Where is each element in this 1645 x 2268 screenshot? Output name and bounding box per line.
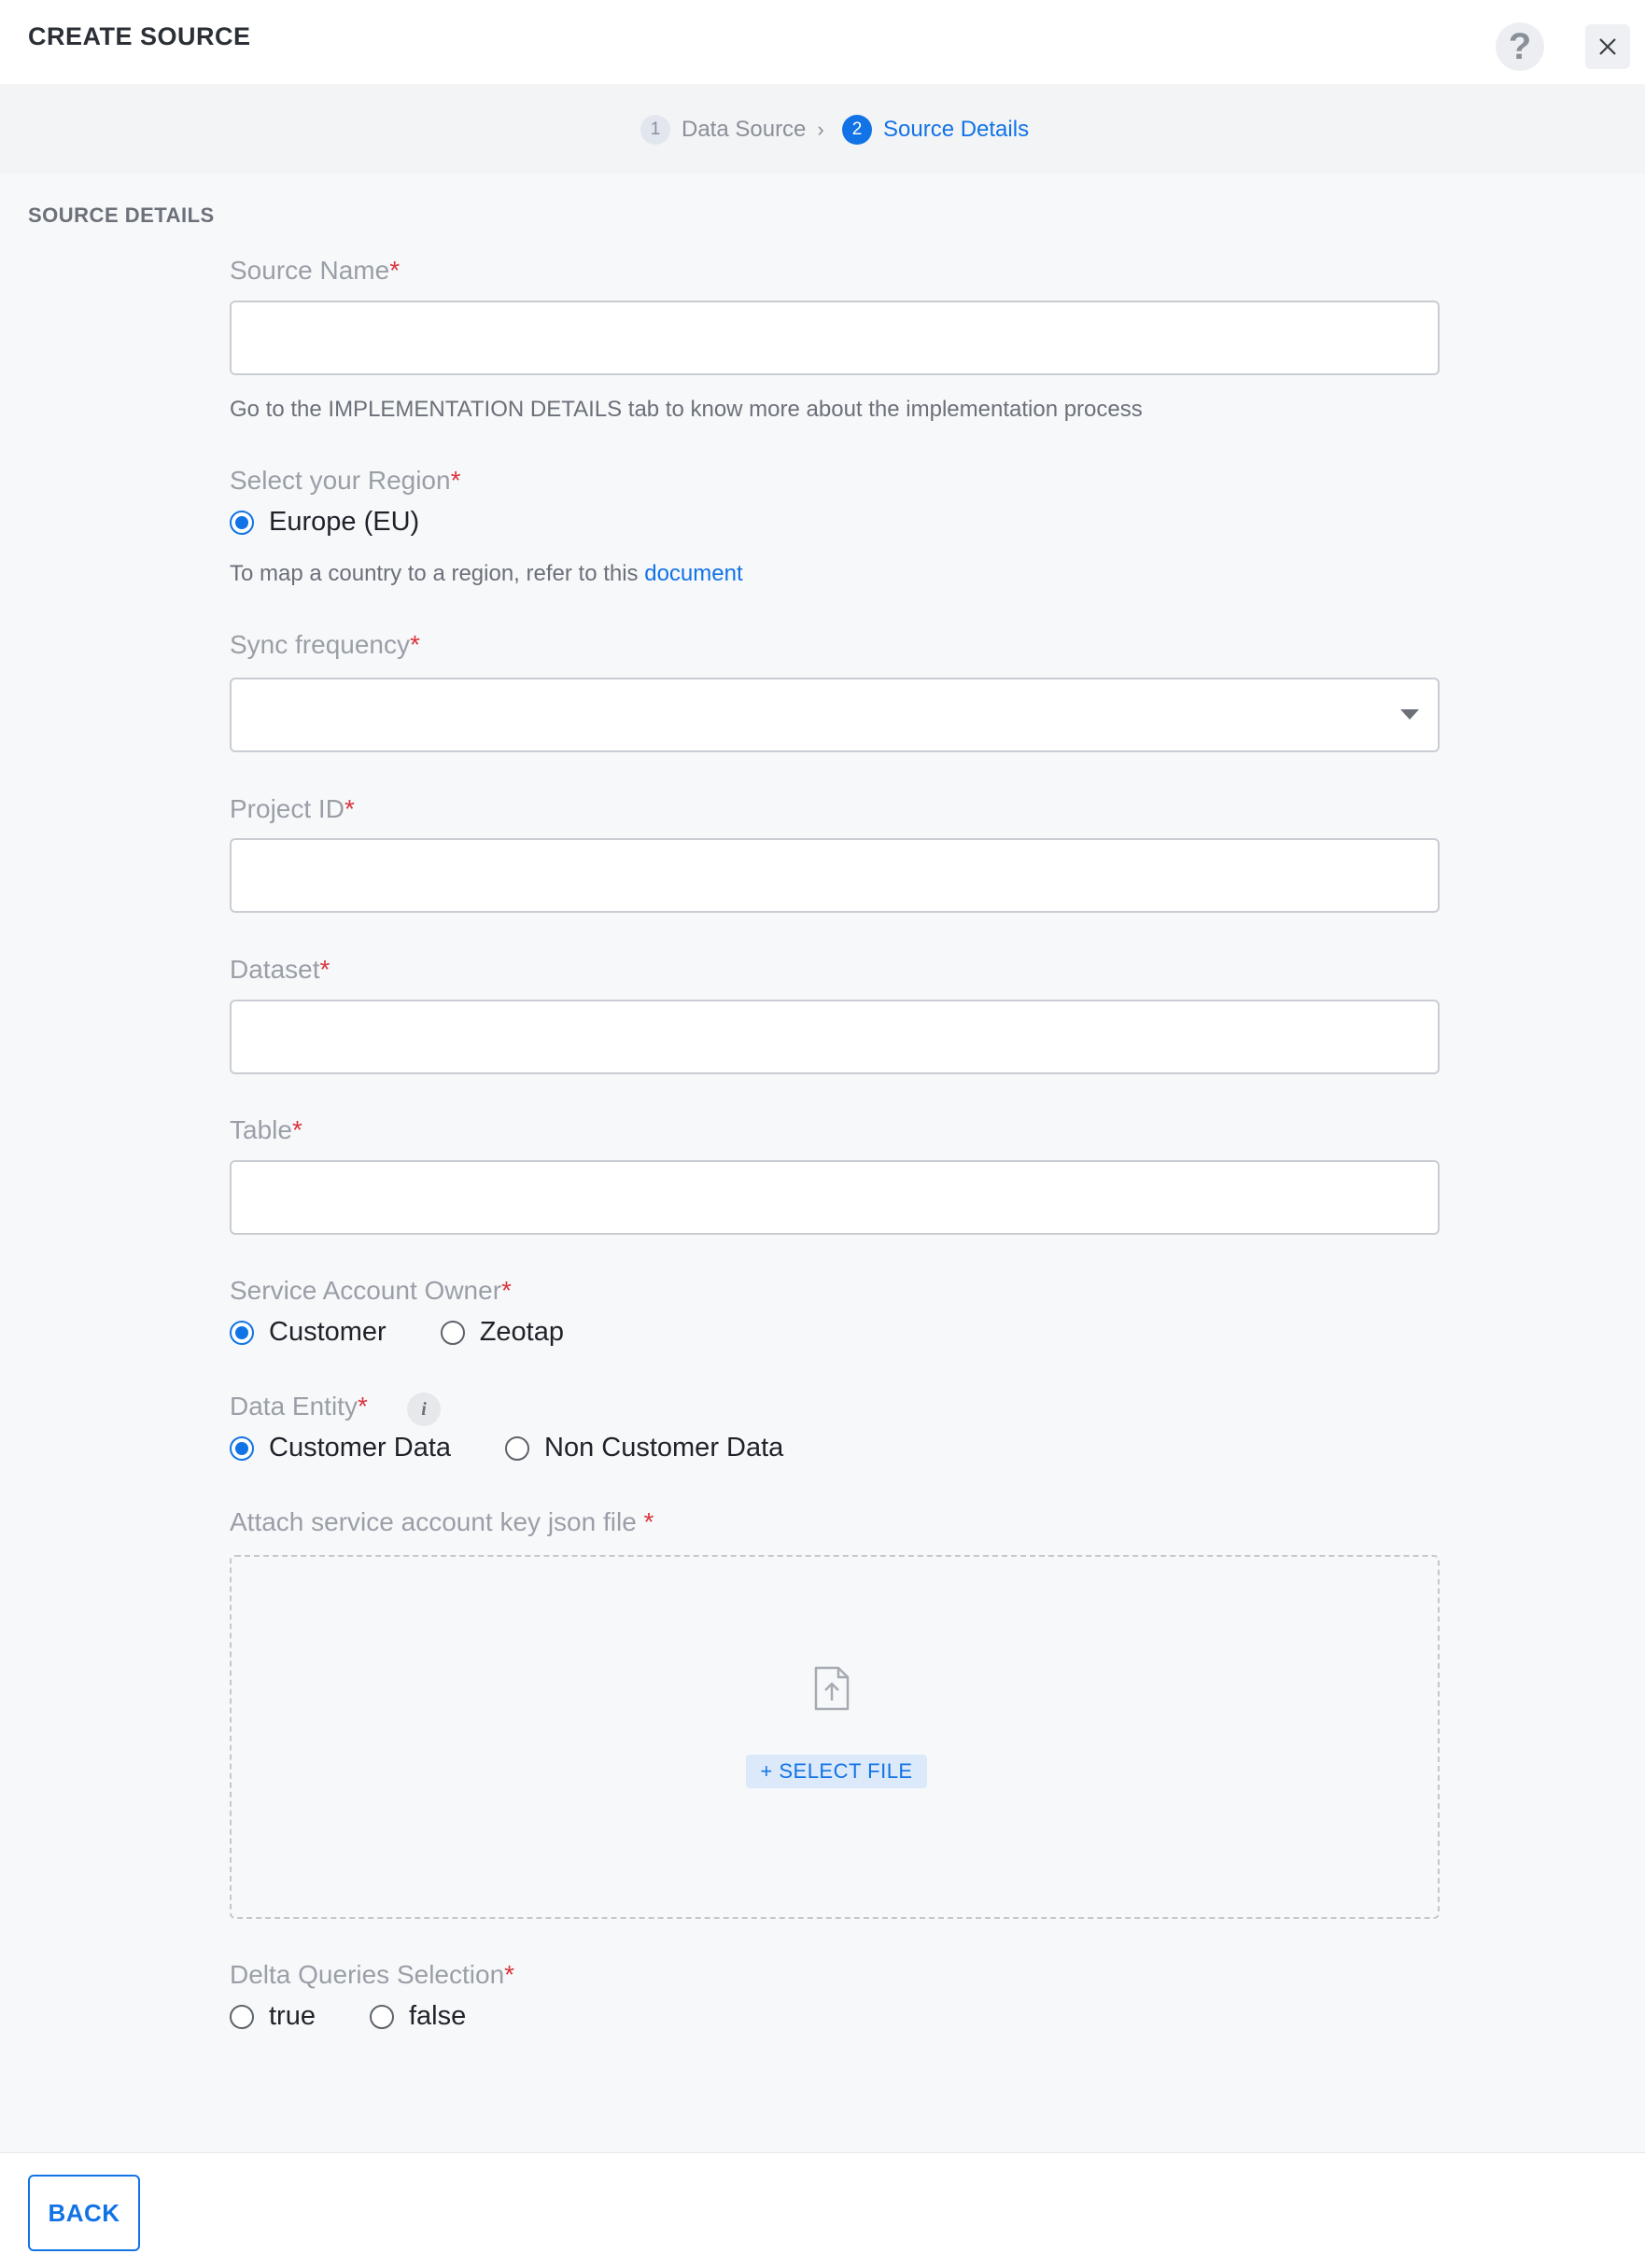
- step-number: 2: [842, 115, 872, 145]
- help-button[interactable]: ?: [1496, 22, 1544, 71]
- label-text: Attach service account key json file: [230, 1507, 637, 1536]
- radio-option-zeotap[interactable]: Zeotap: [440, 1317, 564, 1348]
- document-link[interactable]: document: [644, 561, 742, 586]
- data-entity-radio-group: Customer Data Non Customer Data: [230, 1433, 783, 1463]
- radio-option-customer-data[interactable]: Customer Data: [230, 1433, 451, 1463]
- file-upload-icon: [814, 1666, 850, 1711]
- stepper: 1 Data Source › 2 Source Details: [0, 84, 1645, 174]
- step-label: Source Details: [883, 117, 1030, 142]
- radio-option-non-customer-data[interactable]: Non Customer Data: [505, 1433, 783, 1463]
- required-marker: *: [501, 1276, 512, 1305]
- step-data-source[interactable]: 1 Data Source ›: [640, 115, 824, 145]
- region-radio-group: Europe (EU): [230, 507, 419, 538]
- label-text: Dataset: [230, 955, 320, 984]
- sync-frequency-label: Sync frequency*: [230, 630, 420, 660]
- project-id-input[interactable]: [230, 838, 1440, 913]
- radio-button[interactable]: [230, 510, 254, 535]
- label-text: Select your Region: [230, 466, 451, 495]
- radio-label: false: [408, 2001, 467, 2031]
- file-dropzone[interactable]: + SELECT FILE: [230, 1555, 1440, 1919]
- attach-file-label: Attach service account key json file *: [230, 1507, 654, 1537]
- label-text: Data Entity: [230, 1392, 358, 1421]
- modal-header: CREATE SOURCE ?: [0, 0, 1645, 84]
- radio-button[interactable]: [230, 1435, 254, 1461]
- implementation-hint: Go to the IMPLEMENTATION DETAILS tab to …: [230, 397, 1143, 422]
- step-number: 1: [640, 115, 670, 145]
- info-icon[interactable]: i: [407, 1393, 441, 1426]
- label-text: Project ID: [230, 794, 344, 823]
- close-button[interactable]: [1585, 24, 1630, 69]
- required-marker: *: [319, 955, 330, 984]
- radio-button[interactable]: [230, 1320, 254, 1345]
- step-label: Data Source: [682, 117, 807, 142]
- select-file-button[interactable]: + SELECT FILE: [746, 1755, 927, 1788]
- radio-label: Non Customer Data: [544, 1433, 784, 1463]
- radio-label: Customer Data: [269, 1433, 452, 1463]
- region-hint-text: To map a country to a region, refer to t…: [230, 561, 639, 586]
- chevron-down-icon: [1400, 709, 1419, 720]
- required-marker: *: [410, 630, 420, 659]
- service-account-owner-radio-group: Customer Zeotap: [230, 1317, 564, 1348]
- radio-label: Zeotap: [479, 1317, 564, 1347]
- region-label: Select your Region*: [230, 466, 460, 496]
- radio-button[interactable]: [440, 1320, 465, 1345]
- modal-footer: BACK: [0, 2152, 1645, 2268]
- source-name-label: Source Name*: [230, 256, 400, 286]
- dataset-input[interactable]: [230, 1000, 1440, 1074]
- region-hint: To map a country to a region, refer to t…: [230, 561, 743, 587]
- required-marker: *: [344, 794, 355, 823]
- table-label: Table*: [230, 1115, 302, 1145]
- sync-frequency-select[interactable]: [230, 678, 1440, 752]
- label-text: Service Account Owner: [230, 1276, 502, 1305]
- label-text: Delta Queries Selection: [230, 1960, 505, 1989]
- delta-queries-label: Delta Queries Selection*: [230, 1960, 514, 1990]
- required-marker: *: [357, 1392, 368, 1421]
- radio-label: Europe (EU): [269, 507, 420, 537]
- project-id-label: Project ID*: [230, 794, 355, 824]
- service-account-owner-label: Service Account Owner*: [230, 1276, 512, 1306]
- required-marker: *: [389, 256, 401, 285]
- label-text: Source Name: [230, 256, 390, 285]
- radio-button[interactable]: [230, 2004, 254, 2029]
- radio-label: true: [269, 2001, 316, 2031]
- source-name-input[interactable]: [230, 301, 1440, 375]
- radio-option-true[interactable]: true: [230, 2001, 316, 2032]
- data-entity-label: Data Entity*: [230, 1392, 368, 1421]
- back-button[interactable]: BACK: [28, 2175, 140, 2251]
- delta-queries-radio-group: true false: [230, 2001, 466, 2032]
- question-icon: ?: [1508, 25, 1532, 67]
- dataset-label: Dataset*: [230, 955, 330, 985]
- radio-option-customer[interactable]: Customer: [230, 1317, 387, 1348]
- required-marker: *: [643, 1507, 654, 1536]
- required-marker: *: [291, 1115, 302, 1144]
- required-marker: *: [504, 1960, 515, 1989]
- radio-option-europe[interactable]: Europe (EU): [230, 507, 419, 538]
- radio-button[interactable]: [369, 2004, 394, 2029]
- radio-label: Customer: [269, 1317, 387, 1347]
- page-title: CREATE SOURCE: [28, 22, 251, 50]
- required-marker: *: [450, 466, 461, 495]
- step-source-details[interactable]: 2 Source Details: [842, 115, 1029, 145]
- label-text: Table: [230, 1115, 292, 1144]
- label-text: Sync frequency: [230, 630, 410, 659]
- table-input[interactable]: [230, 1160, 1440, 1235]
- radio-option-false[interactable]: false: [369, 2001, 467, 2032]
- chevron-right-icon: ›: [817, 118, 824, 141]
- radio-button[interactable]: [505, 1435, 530, 1461]
- section-title: SOURCE DETAILS: [28, 203, 215, 227]
- close-icon: [1599, 38, 1616, 55]
